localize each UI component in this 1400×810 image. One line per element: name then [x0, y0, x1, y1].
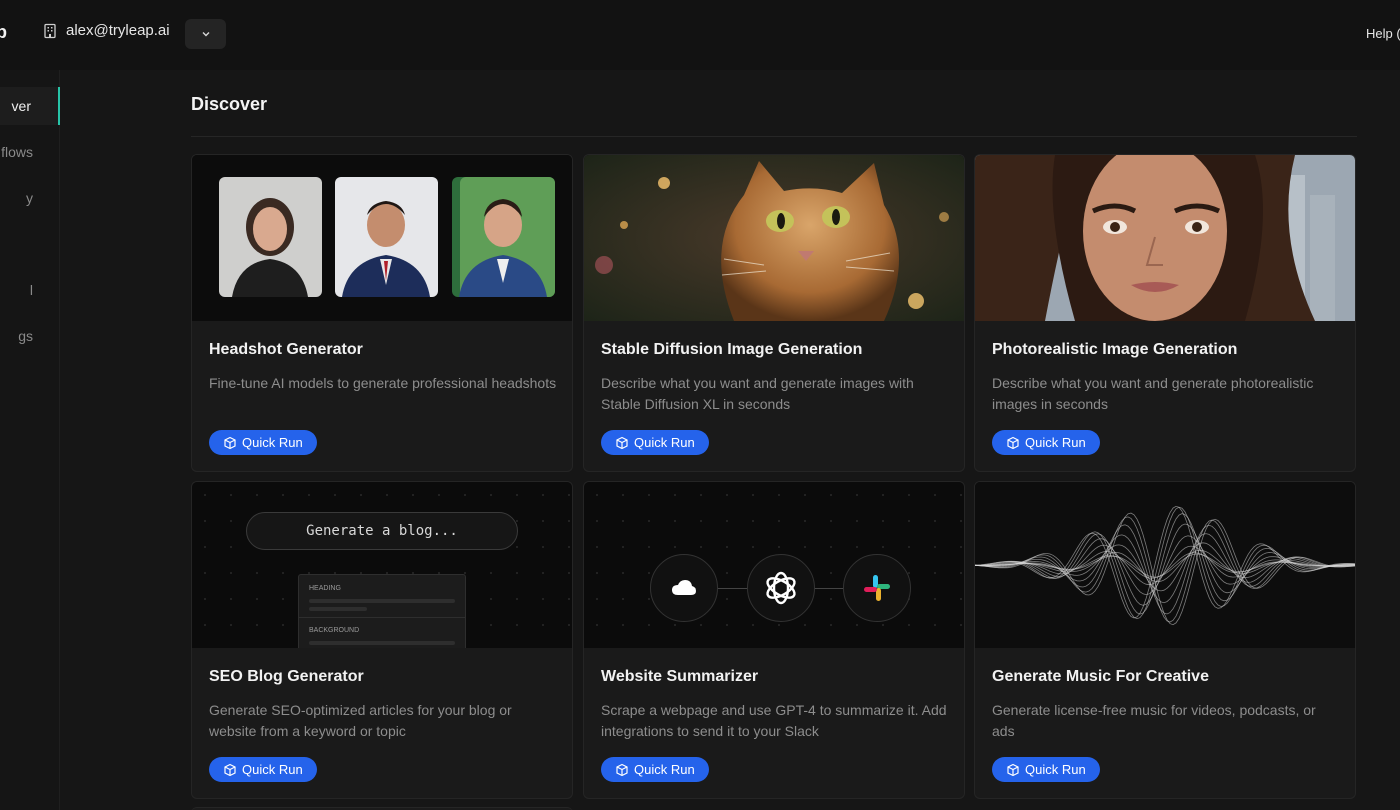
cube-icon	[224, 763, 236, 776]
slack-icon	[864, 575, 890, 601]
card-seo-blog-generator[interactable]: Generate a blog... HEADING BACKGROUND SE…	[191, 481, 573, 799]
card-description: Fine-tune AI models to generate professi…	[209, 375, 557, 391]
slack-node	[843, 554, 911, 622]
cat-image	[584, 155, 964, 321]
main-content: Discover Headshot Generator Fine-tune AI…	[60, 70, 1400, 810]
card-thumbnail	[975, 155, 1355, 321]
sidebar-item-unlabeled[interactable]	[0, 225, 60, 263]
card-thumbnail	[584, 155, 964, 321]
card-title: Headshot Generator	[209, 341, 363, 358]
card-thumbnail	[584, 482, 964, 648]
sidebar-item-model[interactable]: l	[0, 271, 60, 309]
logo[interactable]: p	[0, 22, 7, 43]
cube-icon	[224, 436, 236, 449]
card-website-summarizer[interactable]: Website Summarizer Scrape a webpage and …	[583, 481, 965, 799]
card-description: Describe what you want and generate imag…	[601, 375, 914, 412]
org-dropdown-button[interactable]	[185, 19, 226, 49]
cube-icon	[1007, 763, 1019, 776]
card-title: Stable Diffusion Image Generation	[601, 341, 863, 358]
card-thumbnail	[192, 155, 572, 321]
quick-run-button[interactable]: Quick Run	[209, 757, 317, 782]
card-title: Generate Music For Creative	[992, 668, 1209, 685]
openai-icon	[766, 571, 796, 605]
quick-run-button[interactable]: Quick Run	[601, 757, 709, 782]
card-title: Photorealistic Image Generation	[992, 341, 1238, 358]
cube-icon	[616, 763, 628, 776]
soundwave-image	[975, 482, 1355, 648]
divider	[191, 136, 1357, 137]
card-thumbnail	[975, 482, 1355, 648]
sidebar: ver flows y l gs	[0, 70, 60, 810]
openai-node	[747, 554, 815, 622]
card-description: Scrape a webpage and use GPT-4 to summar…	[601, 702, 947, 739]
quick-run-button[interactable]: Quick Run	[209, 430, 317, 455]
cube-icon	[1007, 436, 1019, 449]
blog-document-preview: HEADING BACKGROUND	[298, 574, 466, 648]
card-thumbnail: Generate a blog... HEADING BACKGROUND	[192, 482, 572, 648]
building-icon	[44, 23, 56, 38]
quick-run-button[interactable]: Quick Run	[601, 430, 709, 455]
quick-run-button[interactable]: Quick Run	[992, 430, 1100, 455]
sidebar-item-settings[interactable]: gs	[0, 317, 60, 355]
card-description: Generate SEO-optimized articles for your…	[209, 702, 512, 739]
card-title: SEO Blog Generator	[209, 668, 364, 685]
help-link[interactable]: Help (	[1366, 26, 1400, 41]
card-generate-music[interactable]: Generate Music For Creative Generate lic…	[974, 481, 1356, 799]
quick-run-button[interactable]: Quick Run	[992, 757, 1100, 782]
chevron-down-icon	[202, 32, 209, 37]
sidebar-item-discover[interactable]: ver	[0, 87, 60, 125]
card-photorealistic[interactable]: Photorealistic Image Generation Describe…	[974, 154, 1356, 472]
sidebar-item-history[interactable]: y	[0, 179, 60, 217]
top-bar: p alex@tryleap.ai Help (	[0, 0, 1400, 70]
cloud-node	[650, 554, 718, 622]
blog-prompt-preview: Generate a blog...	[246, 512, 518, 550]
sidebar-item-workflows[interactable]: flows	[0, 133, 60, 171]
card-description: Generate license-free music for videos, …	[992, 702, 1316, 739]
cube-icon	[616, 436, 628, 449]
card-title: Website Summarizer	[601, 668, 759, 685]
org-selector[interactable]: alex@tryleap.ai	[42, 22, 170, 39]
cloud-icon	[672, 580, 696, 595]
page-title: Discover	[191, 94, 268, 114]
card-description: Describe what you want and generate phot…	[992, 375, 1314, 412]
card-headshot-generator[interactable]: Headshot Generator Fine-tune AI models t…	[191, 154, 573, 472]
headshots-image	[192, 155, 572, 321]
portrait-image	[975, 155, 1355, 321]
card-stable-diffusion[interactable]: Stable Diffusion Image Generation Descri…	[583, 154, 965, 472]
org-email: alex@tryleap.ai	[66, 22, 170, 39]
